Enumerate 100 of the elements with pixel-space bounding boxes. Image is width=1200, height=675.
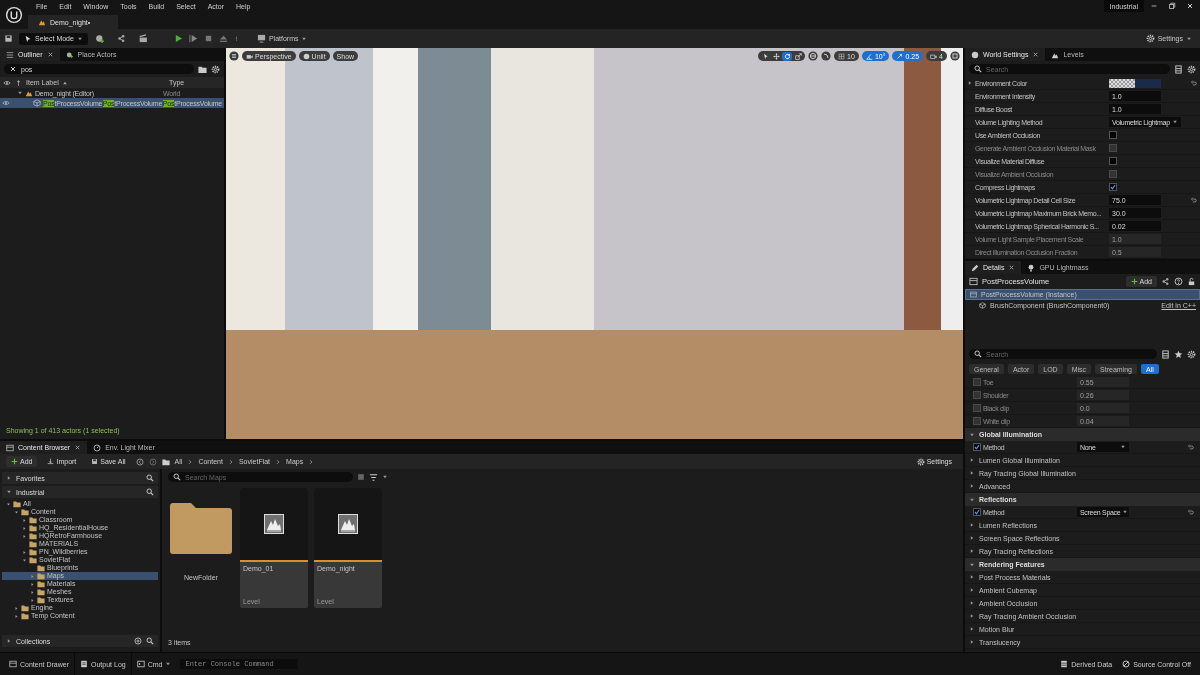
expand-arrow-icon (969, 457, 975, 463)
search-icon[interactable] (146, 488, 154, 496)
settings-icon[interactable] (1187, 349, 1196, 359)
expand-arrow-icon (969, 470, 975, 476)
filter-icon[interactable] (369, 472, 378, 482)
surface-snap-icon[interactable] (821, 51, 832, 61)
reset-arrow-icon[interactable] (1187, 443, 1194, 451)
content-drawer-icon (9, 660, 17, 668)
import-icon (47, 458, 55, 465)
cube-icon (33, 99, 41, 107)
caret-icon (1171, 119, 1178, 125)
chevron-icon[interactable] (227, 458, 234, 465)
table-view-icon[interactable] (1174, 64, 1183, 74)
eye-icon[interactable] (3, 78, 11, 87)
help-icon[interactable] (1174, 277, 1183, 286)
level-thumbnail-icon (264, 514, 284, 534)
add-icon[interactable] (134, 637, 142, 645)
search-icon (974, 65, 982, 73)
minimize-icon[interactable] (1150, 2, 1158, 10)
open-folder-icon (29, 556, 37, 564)
pin-icon[interactable] (15, 78, 22, 87)
search-icon (173, 473, 181, 481)
lock-icon[interactable] (1187, 277, 1196, 286)
forward-icon[interactable] (148, 457, 157, 466)
caret-icon (301, 35, 308, 42)
maximize-icon[interactable] (950, 51, 960, 61)
angle-icon (865, 52, 873, 60)
transform-tool[interactable] (771, 51, 782, 61)
viewport-menu-icon[interactable] (229, 51, 239, 61)
expand-arrow-icon[interactable] (967, 80, 973, 86)
expand-arrow-icon (969, 431, 975, 438)
eye-icon[interactable] (2, 99, 10, 107)
play-icon[interactable] (173, 34, 183, 43)
close-icon[interactable] (1008, 264, 1016, 271)
checkbox[interactable] (973, 378, 981, 386)
list-icon (6, 50, 14, 59)
checkbox[interactable] (1109, 183, 1117, 191)
reset-arrow-icon[interactable] (1190, 79, 1197, 87)
close-icon[interactable] (1032, 51, 1040, 58)
pencil-icon (971, 263, 979, 272)
clear-icon[interactable] (9, 65, 17, 73)
logo-icon (5, 5, 23, 24)
level-icon (38, 18, 46, 26)
chevron-icon[interactable] (187, 458, 194, 465)
plus-icon (11, 458, 18, 465)
caret-icon (1186, 35, 1192, 42)
expand-arrow-icon (969, 548, 975, 554)
expand-arrow-icon (969, 483, 975, 489)
eject-icon[interactable] (218, 34, 228, 43)
expand-arrow-icon (969, 613, 975, 619)
step-icon[interactable] (188, 34, 198, 43)
save-icon (91, 458, 99, 465)
reset-arrow-icon[interactable] (1190, 196, 1197, 204)
camera-icon (930, 52, 938, 60)
restore-icon[interactable] (1168, 2, 1176, 10)
close-icon[interactable] (74, 444, 82, 451)
scale-arrow-icon (896, 52, 904, 60)
search-icon[interactable] (146, 637, 154, 645)
caret-icon (1122, 509, 1129, 515)
chevron-icon[interactable] (275, 458, 282, 465)
search-icon[interactable] (146, 474, 154, 482)
folder-add-icon[interactable] (198, 64, 207, 74)
settings-icon[interactable] (1187, 64, 1196, 74)
checkbox[interactable] (973, 391, 981, 399)
checkbox[interactable] (973, 508, 981, 516)
transform-tool[interactable] (793, 51, 804, 61)
close-icon[interactable] (46, 51, 54, 58)
stop-icon[interactable] (203, 34, 213, 43)
save-icon[interactable] (4, 34, 13, 43)
database-icon (1060, 660, 1069, 668)
expand-arrow-icon (969, 522, 975, 528)
expand-caret-icon[interactable] (17, 90, 23, 96)
caret-icon (1120, 444, 1126, 450)
checkbox[interactable] (1109, 157, 1117, 165)
folder-icon[interactable] (161, 457, 170, 466)
checkbox[interactable] (973, 443, 981, 451)
caret-icon[interactable] (382, 474, 388, 480)
back-icon[interactable] (135, 457, 144, 466)
checkbox[interactable] (973, 404, 981, 412)
expand-arrow-icon (969, 626, 975, 632)
settings-icon[interactable] (211, 64, 220, 74)
reset-arrow-icon[interactable] (1187, 508, 1194, 516)
color-swatch[interactable] (1109, 78, 1161, 88)
checkbox[interactable] (973, 417, 981, 425)
transform-tool[interactable] (782, 51, 793, 61)
star-icon[interactable] (1174, 349, 1183, 359)
chevron-icon[interactable] (308, 458, 315, 465)
expand-arrow-icon (969, 600, 975, 606)
log-icon (80, 660, 89, 668)
camera-icon (246, 52, 253, 60)
expand-arrow-icon (6, 475, 12, 481)
checkbox[interactable] (1109, 131, 1117, 139)
cursor-icon (24, 34, 32, 43)
gear-icon (916, 457, 925, 466)
expand-arrow-icon (969, 535, 975, 541)
table-view-icon[interactable] (1161, 349, 1170, 359)
folder-thumbnail[interactable] (170, 500, 232, 554)
platforms-icon (256, 34, 266, 43)
light-mixer-icon (93, 443, 102, 452)
gear-icon (1145, 34, 1155, 43)
